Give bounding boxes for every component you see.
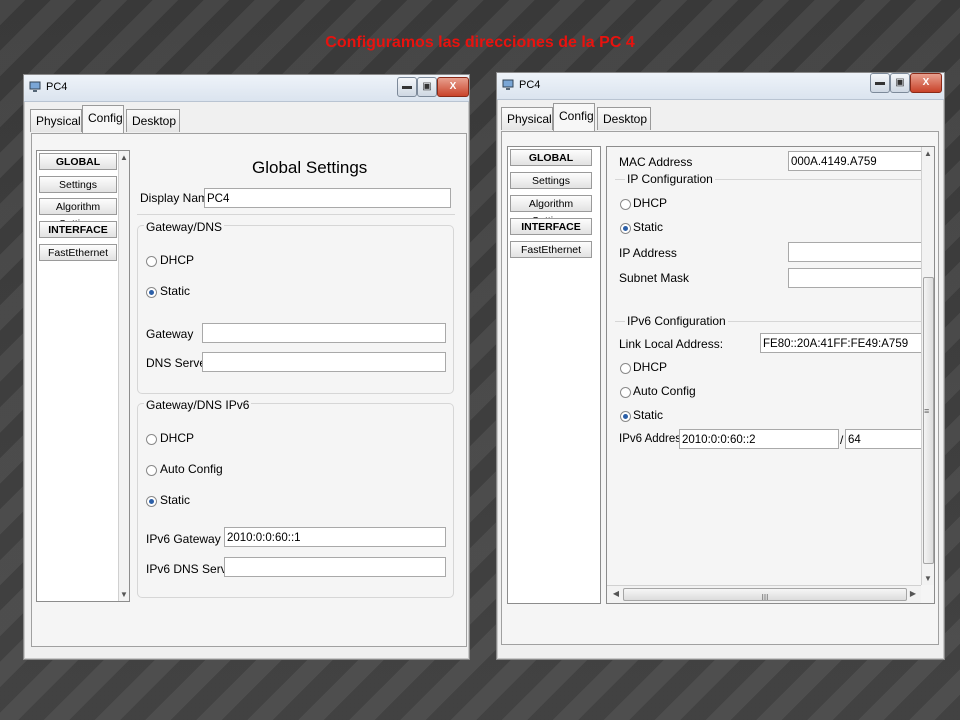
maximize-button[interactable]: ▣ bbox=[417, 77, 437, 97]
gateway-label: Gateway bbox=[146, 327, 194, 341]
content-vertical-scrollbar[interactable]: ▲ ≡ ▼ bbox=[921, 147, 934, 585]
gw6-dhcp-label: DHCP bbox=[160, 431, 195, 445]
close-button[interactable]: X bbox=[437, 77, 469, 97]
title-bar[interactable]: PC4 ▬ ▣ X bbox=[24, 75, 469, 102]
gw-static-radio[interactable] bbox=[146, 287, 157, 298]
scroll-up-arrow-icon[interactable]: ▲ bbox=[118, 153, 130, 162]
ipv6-address-input[interactable]: 2010:0:0:60::2 bbox=[679, 429, 839, 449]
ip-address-label: IP Address bbox=[619, 246, 677, 260]
minimize-button[interactable]: ▬ bbox=[397, 77, 417, 97]
ipv6-address-label: IPv6 Address bbox=[619, 433, 687, 445]
pc4-window-left: PC4 ▬ ▣ X Physical Config Desktop GLOBAL… bbox=[23, 74, 470, 660]
window-title: PC4 bbox=[46, 81, 68, 93]
ipv6-static-radio[interactable] bbox=[620, 411, 631, 422]
subnet-mask-label: Subnet Mask bbox=[619, 271, 690, 285]
interface-content: MAC Address 000A.4149.A759 IP Configurat… bbox=[606, 146, 935, 604]
slide-title: Configuramos las direcciones de la PC 4 bbox=[325, 34, 635, 51]
gw6-auto-config-radio[interactable] bbox=[146, 465, 157, 476]
scroll-right-arrow-icon[interactable]: ▶ bbox=[907, 589, 919, 598]
sidebar-item-settings[interactable]: Settings bbox=[510, 172, 592, 189]
ip-address-input[interactable] bbox=[788, 242, 922, 262]
pc-icon bbox=[502, 79, 514, 90]
sidebar-item-algorithm-settings[interactable]: Algorithm Settings bbox=[39, 198, 117, 230]
ipv6-config-legend: IPv6 Configuration bbox=[625, 314, 728, 328]
ipv6-gateway-input[interactable]: 2010:0:0:60::1 bbox=[224, 527, 446, 547]
subnet-mask-input[interactable] bbox=[788, 268, 922, 288]
h-scroll-grip-icon: III bbox=[761, 593, 769, 602]
sidebar-item-fastethernet[interactable]: FastEthernet bbox=[39, 244, 117, 261]
close-button[interactable]: X bbox=[910, 73, 942, 93]
sidebar-scrollbar[interactable]: ▲ ▼ bbox=[118, 151, 129, 601]
ipv6-gateway-label: IPv6 Gateway bbox=[146, 532, 221, 546]
gateway-input[interactable] bbox=[202, 323, 446, 343]
prefix-separator: / bbox=[840, 433, 844, 447]
ip-dhcp-radio[interactable] bbox=[620, 199, 631, 210]
title-bar[interactable]: PC4 ▬ ▣ X bbox=[497, 73, 944, 100]
gw6-auto-config-label: Auto Config bbox=[160, 462, 223, 476]
ipv6-auto-config-label: Auto Config bbox=[633, 384, 696, 398]
scroll-thumb[interactable]: ≡ bbox=[923, 277, 934, 564]
gw-dhcp-radio[interactable] bbox=[146, 256, 157, 267]
sidebar-item-interface[interactable]: INTERFACE bbox=[39, 221, 117, 238]
content-horizontal-scrollbar[interactable]: ◀ III ▶ bbox=[607, 585, 921, 603]
ipv6-dhcp-radio[interactable] bbox=[620, 363, 631, 374]
tab-config[interactable]: Config bbox=[82, 105, 124, 133]
pc-icon bbox=[29, 81, 41, 92]
ipv6-dns-server-input[interactable] bbox=[224, 557, 446, 577]
gateway-dns-legend: Gateway/DNS bbox=[144, 220, 225, 234]
ip-dhcp-label: DHCP bbox=[633, 196, 668, 210]
maximize-button[interactable]: ▣ bbox=[890, 73, 910, 93]
gw-dhcp-label: DHCP bbox=[160, 253, 195, 267]
tab-desktop[interactable]: Desktop bbox=[597, 107, 651, 130]
dns-server-label: DNS Server bbox=[146, 356, 211, 370]
sidebar-item-settings[interactable]: Settings bbox=[39, 176, 117, 193]
scroll-down-arrow-icon[interactable]: ▼ bbox=[118, 590, 130, 599]
link-local-address-label: Link Local Address: bbox=[619, 337, 724, 351]
tab-desktop[interactable]: Desktop bbox=[126, 109, 180, 132]
minimize-button[interactable]: ▬ bbox=[870, 73, 890, 93]
tab-physical[interactable]: Physical bbox=[30, 109, 82, 132]
tab-config[interactable]: Config bbox=[553, 103, 595, 131]
ipv6-auto-config-radio[interactable] bbox=[620, 387, 631, 398]
gateway-dns-ipv6-legend: Gateway/DNS IPv6 bbox=[144, 398, 252, 412]
scroll-left-arrow-icon[interactable]: ◀ bbox=[610, 589, 622, 598]
sidebar: GLOBAL Settings Algorithm Settings INTER… bbox=[507, 146, 601, 604]
sidebar-item-global[interactable]: GLOBAL bbox=[510, 149, 592, 166]
ipv6-dhcp-label: DHCP bbox=[633, 360, 668, 374]
gw6-dhcp-radio[interactable] bbox=[146, 434, 157, 445]
ipv6-static-label: Static bbox=[633, 408, 664, 422]
dns-server-input[interactable] bbox=[202, 352, 446, 372]
gw-static-label: Static bbox=[160, 284, 191, 298]
tab-physical[interactable]: Physical bbox=[501, 107, 553, 130]
sidebar-item-fastethernet[interactable]: FastEthernet bbox=[510, 241, 592, 258]
mac-address-input[interactable]: 000A.4149.A759 bbox=[788, 151, 922, 171]
window-title: PC4 bbox=[519, 79, 541, 91]
config-panel: GLOBAL Settings Algorithm Settings INTER… bbox=[501, 131, 939, 645]
ip-config-legend: IP Configuration bbox=[625, 172, 715, 186]
display-name-input[interactable]: PC4 bbox=[204, 188, 451, 208]
scroll-down-arrow-icon[interactable]: ▼ bbox=[922, 574, 934, 583]
page-title: Global Settings bbox=[252, 158, 368, 177]
scroll-grip-icon: ≡ bbox=[924, 406, 930, 416]
sidebar-item-global[interactable]: GLOBAL bbox=[39, 153, 117, 170]
ip-static-radio[interactable] bbox=[620, 223, 631, 234]
ip-static-label: Static bbox=[633, 220, 664, 234]
sidebar-item-algorithm-settings[interactable]: Algorithm Settings bbox=[510, 195, 592, 227]
mac-address-label: MAC Address bbox=[619, 155, 693, 169]
sidebar-item-interface[interactable]: INTERFACE bbox=[510, 218, 592, 235]
config-panel: GLOBAL Settings Algorithm Settings INTER… bbox=[31, 133, 467, 647]
sidebar: GLOBAL Settings Algorithm Settings INTER… bbox=[36, 150, 130, 602]
gw6-static-radio[interactable] bbox=[146, 496, 157, 507]
pc4-window-right: PC4 ▬ ▣ X Physical Config Desktop GLOBAL… bbox=[496, 72, 945, 660]
link-local-address-input[interactable]: FE80::20A:41FF:FE49:A759 bbox=[760, 333, 922, 353]
h-scroll-thumb[interactable]: III bbox=[623, 588, 907, 602]
scroll-up-arrow-icon[interactable]: ▲ bbox=[922, 149, 934, 158]
gw6-static-label: Static bbox=[160, 493, 191, 507]
ipv6-prefix-input[interactable]: 64 bbox=[845, 429, 922, 449]
divider bbox=[137, 214, 455, 215]
